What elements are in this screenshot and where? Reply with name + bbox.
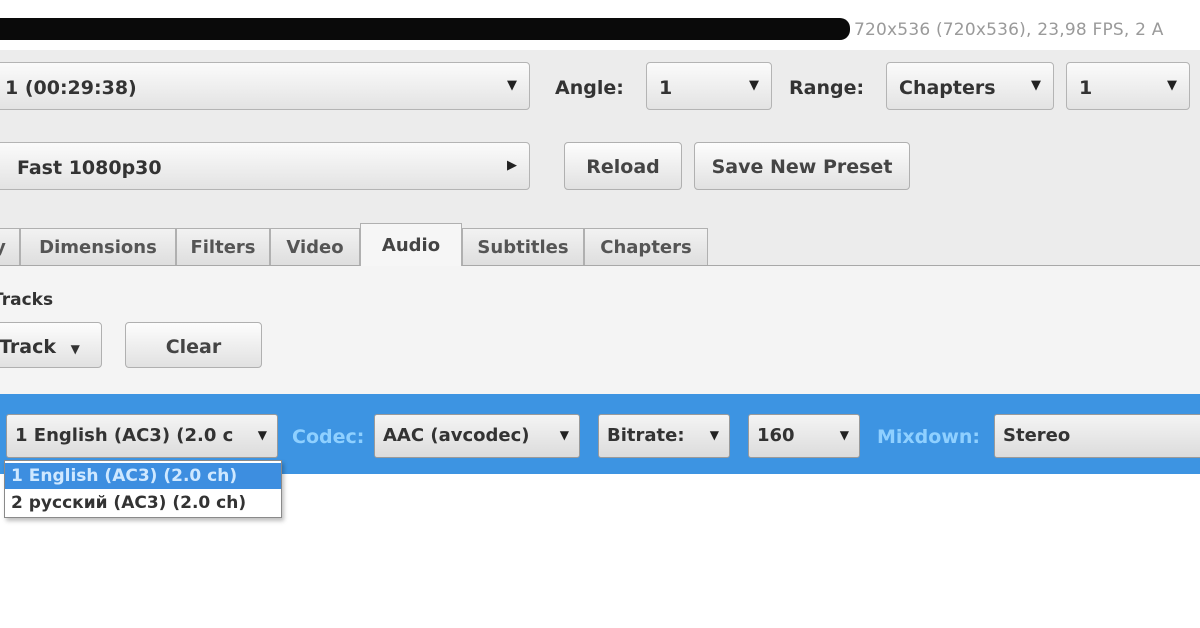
tab-chapters[interactable]: Chapters (584, 228, 708, 265)
range-start-value: 1 (1079, 77, 1093, 99)
chevron-down-icon: ▼ (1167, 78, 1177, 93)
redacted-source-path (0, 18, 850, 40)
range-type-select[interactable]: Chapters ▼ (886, 62, 1054, 110)
mixdown-select[interactable]: Stereo (994, 414, 1200, 458)
codec-label: Codec: (292, 426, 365, 448)
preset-select-value: Fast 1080p30 (17, 157, 162, 179)
bitrate-value: 160 (757, 425, 795, 446)
range-type-value: Chapters (899, 77, 996, 99)
track-source-select[interactable]: 1 English (AC3) (2.0 c ▼ (6, 414, 278, 458)
dropdown-option-english[interactable]: 1 English (AC3) (2.0 ch) (5, 463, 281, 489)
tracks-section-label: Tracks (0, 290, 54, 310)
chevron-down-icon: ▼ (709, 428, 719, 442)
track-source-value: 1 English (AC3) (2.0 c (15, 425, 234, 446)
mixdown-label: Mixdown: (877, 426, 981, 448)
range-label: Range: (789, 77, 865, 99)
reload-button[interactable]: Reload (564, 142, 682, 190)
preset-select[interactable]: Fast 1080p30 ▶ (0, 142, 530, 190)
codec-value: AAC (avcodec) (383, 425, 530, 446)
add-track-label: Track (0, 336, 56, 358)
bitrate-mode-select[interactable]: Bitrate: ▼ (598, 414, 730, 458)
bitrate-mode-value: Bitrate: (607, 425, 685, 446)
source-info-text: 720x536 (720x536), 23,98 FPS, 2 A (854, 20, 1164, 40)
save-new-preset-button[interactable]: Save New Preset (694, 142, 910, 190)
chevron-down-icon: ▼ (559, 428, 569, 442)
add-track-button[interactable]: Track ▼ (0, 322, 102, 368)
chevron-down-icon: ▼ (257, 428, 267, 442)
chevron-down-icon: ▼ (70, 342, 80, 356)
angle-label: Angle: (555, 77, 624, 99)
chevron-down-icon: ▼ (839, 428, 849, 442)
title-select-value: 1 (00:29:38) (5, 77, 137, 99)
tab-dimensions[interactable]: Dimensions (20, 228, 176, 265)
angle-select-value: 1 (659, 77, 673, 99)
chevron-down-icon: ▼ (1031, 78, 1041, 93)
dropdown-option-russian[interactable]: 2 русский (AC3) (2.0 ch) (5, 490, 281, 516)
clear-tracks-button[interactable]: Clear (125, 322, 262, 368)
chevron-down-icon: ▼ (507, 78, 517, 93)
tab-subtitles[interactable]: Subtitles (462, 228, 584, 265)
title-select[interactable]: 1 (00:29:38) ▼ (0, 62, 530, 110)
chevron-right-icon: ▶ (507, 158, 517, 173)
track-source-dropdown-list: 1 English (AC3) (2.0 ch) 2 русский (AC3)… (4, 460, 282, 518)
angle-select[interactable]: 1 ▼ (646, 62, 772, 110)
bitrate-value-select[interactable]: 160 ▼ (748, 414, 860, 458)
tab-filters[interactable]: Filters (176, 228, 270, 265)
codec-select[interactable]: AAC (avcodec) ▼ (374, 414, 580, 458)
chevron-down-icon: ▼ (749, 78, 759, 93)
mixdown-value: Stereo (1003, 425, 1071, 446)
tab-audio[interactable]: Audio (360, 223, 462, 267)
tab-summary[interactable]: y (0, 228, 20, 265)
tab-video[interactable]: Video (270, 228, 360, 265)
range-start-select[interactable]: 1 ▼ (1066, 62, 1190, 110)
